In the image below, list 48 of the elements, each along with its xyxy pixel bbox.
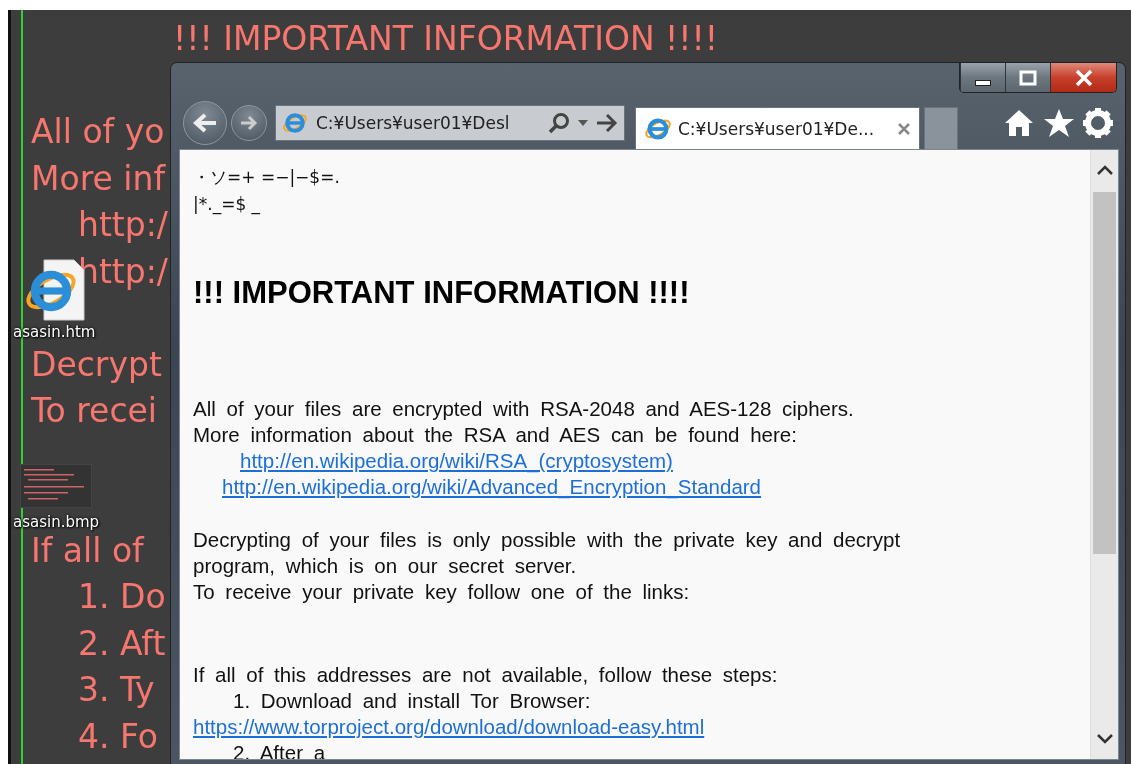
- chevron-down-icon: [1096, 734, 1113, 744]
- page-text: To receive your private key follow one of the links:: [193, 579, 690, 605]
- wallpaper-text: 4. Fo: [77, 721, 158, 752]
- image-thumbnail-icon: [20, 464, 93, 508]
- wallpaper-text: All of yo: [31, 117, 165, 148]
- wallpaper-text: http:/: [77, 210, 168, 241]
- search-icon[interactable]: [548, 112, 570, 134]
- wallpaper-text: 1. Do: [77, 582, 166, 613]
- browser-tab[interactable]: C:¥Users¥user01¥De...: [635, 107, 920, 149]
- wallpaper-text: 2. Aft: [77, 628, 166, 659]
- wallpaper-text: More inf: [31, 163, 165, 194]
- minimize-icon: [975, 79, 991, 86]
- page-text: If all of this addresses are not available, follow these steps:: [193, 662, 778, 688]
- page-text: program, which is on our secret server.: [193, 553, 577, 579]
- maximize-button[interactable]: [1005, 63, 1050, 92]
- minimize-button[interactable]: [960, 63, 1005, 92]
- wallpaper-text: 3. Ty: [77, 675, 155, 706]
- page-text: Decrypting of your files is only possible with the private key and decrypt: [193, 527, 901, 553]
- close-button[interactable]: [1050, 63, 1116, 92]
- address-field[interactable]: C:¥Users¥user01¥Desl: [275, 105, 625, 141]
- dropdown-caret-icon[interactable]: [578, 120, 588, 126]
- garbled-text: ・ソ=+ =−|−$=.: [193, 166, 341, 189]
- home-icon[interactable]: [1003, 108, 1035, 138]
- scroll-thumb[interactable]: [1093, 192, 1116, 554]
- maximize-icon: [1019, 69, 1037, 86]
- wallpaper-title: !!! IMPORTANT INFORMATION !!!!: [172, 18, 719, 60]
- wallpaper-text: To recei: [31, 396, 157, 427]
- go-arrow-icon[interactable]: [596, 113, 618, 133]
- forward-arrow-icon: [240, 115, 258, 131]
- close-tab-icon[interactable]: [897, 121, 911, 136]
- page-heading: !!! IMPORTANT INFORMATION !!!!: [193, 274, 690, 312]
- scrollbar[interactable]: [1090, 150, 1118, 759]
- wallpaper-text: If all of: [31, 535, 144, 566]
- forward-button[interactable]: [231, 105, 267, 141]
- page-link[interactable]: http://en.wikipedia.org/wiki/Advanced_Encryption_Standard: [222, 474, 762, 500]
- page-link[interactable]: https://www.torproject.org/download/download-easy.html: [193, 714, 705, 740]
- close-icon: [1073, 68, 1094, 87]
- page-text: 1. Download and install Tor Browser:: [232, 688, 591, 714]
- ie-logo-icon: [282, 110, 308, 136]
- back-arrow-icon: [192, 112, 218, 134]
- page-text: More information about the RSA and AES can be found here:: [193, 422, 797, 448]
- star-icon[interactable]: [1043, 108, 1075, 138]
- chevron-up-icon: [1096, 165, 1113, 175]
- page-text: All of your files are encrypted with RSA-2048 and AES-128 ciphers.: [193, 396, 854, 422]
- settings-icon[interactable]: [1083, 108, 1113, 138]
- back-button[interactable]: [183, 101, 227, 145]
- page-link[interactable]: http://en.wikipedia.org/wiki/RSA_(cryptosystem): [240, 448, 673, 474]
- garbled-text: |*._=$ _: [193, 193, 262, 217]
